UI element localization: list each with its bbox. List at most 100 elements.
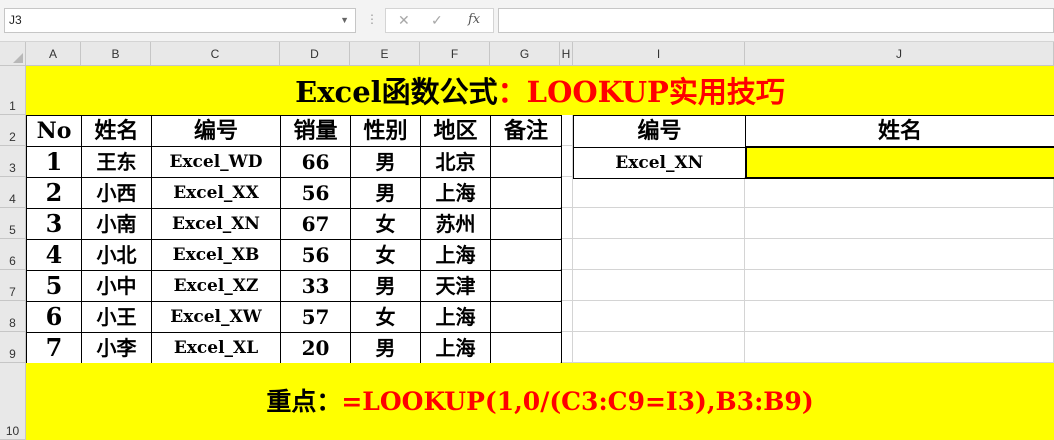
cell-note[interactable] [490,208,562,240]
cell-region[interactable]: 上海 [420,301,491,333]
enter-icon[interactable]: ✓ [431,12,443,29]
column-header-i[interactable]: I [573,42,745,66]
cell-name[interactable]: 小南 [81,208,152,240]
cell-code[interactable]: Excel_WD [151,146,281,178]
cell-j8[interactable] [745,301,1054,332]
cell-j7[interactable] [745,270,1054,301]
cell-sales[interactable]: 57 [280,301,351,333]
cell-code[interactable]: Excel_XZ [151,270,281,302]
lookup-code-input[interactable]: Excel_XN [573,146,746,179]
column-header-g[interactable]: G [490,42,560,66]
drag-handle-icon[interactable]: ⋮ [366,12,378,26]
row-header-2[interactable]: 2 [0,115,26,146]
name-box[interactable]: J3 ▼ [4,8,356,33]
cell-no[interactable]: 6 [26,301,82,333]
row-header-5[interactable]: 5 [0,208,26,239]
cell-note[interactable] [490,239,562,271]
cell-gender[interactable]: 男 [350,177,421,209]
cell-note[interactable] [490,301,562,333]
cell-gender[interactable]: 男 [350,146,421,178]
header-gender[interactable]: 性别 [350,115,421,147]
cell-region[interactable]: 上海 [420,177,491,209]
cell-gender[interactable]: 女 [350,301,421,333]
header-code[interactable]: 编号 [151,115,281,147]
cell-i6[interactable] [573,239,745,270]
cell-j4[interactable] [745,177,1054,208]
lookup-header-code[interactable]: 编号 [573,115,746,148]
cell-gender[interactable]: 女 [350,208,421,240]
cell-j9[interactable] [745,332,1054,363]
cell-sales[interactable]: 20 [280,332,351,364]
column-header-h[interactable]: H [560,42,573,66]
row-header-1[interactable]: 1 [0,66,26,115]
cell-no[interactable]: 1 [26,146,82,178]
cell-i8[interactable] [573,301,745,332]
cell-code[interactable]: Excel_XN [151,208,281,240]
column-header-a[interactable]: A [26,42,81,66]
cell-name[interactable]: 小王 [81,301,152,333]
cell-no[interactable]: 3 [26,208,82,240]
cell-i9[interactable] [573,332,745,363]
formula-input[interactable] [498,8,1054,33]
column-header-c[interactable]: C [151,42,280,66]
cell-code[interactable]: Excel_XB [151,239,281,271]
cell-no[interactable]: 7 [26,332,82,364]
cell-sales[interactable]: 67 [280,208,351,240]
title-banner[interactable]: Excel函数公式：LOOKUP实用技巧 [26,66,1054,115]
cell-name[interactable]: 小北 [81,239,152,271]
column-header-f[interactable]: F [420,42,490,66]
column-header-b[interactable]: B [81,42,151,66]
cell-gender[interactable]: 男 [350,270,421,302]
header-sales[interactable]: 销量 [280,115,351,147]
cell-region[interactable]: 天津 [420,270,491,302]
column-header-j[interactable]: J [745,42,1054,66]
cancel-icon[interactable]: ✕ [398,12,410,29]
column-header-d[interactable]: D [280,42,350,66]
cell-sales[interactable]: 56 [280,177,351,209]
lookup-result-cell[interactable] [744,146,1054,179]
cell-sales[interactable]: 33 [280,270,351,302]
select-all-corner[interactable] [0,42,26,66]
row-header-6[interactable]: 6 [0,239,26,270]
cell-gender[interactable]: 男 [350,332,421,364]
cell-region[interactable]: 上海 [420,332,491,364]
cell-name[interactable]: 王东 [81,146,152,178]
cell-code[interactable]: Excel_XX [151,177,281,209]
cell-region[interactable]: 苏州 [420,208,491,240]
row-header-9[interactable]: 9 [0,332,26,363]
cell-j5[interactable] [745,208,1054,239]
cell-no[interactable]: 5 [26,270,82,302]
row-header-10[interactable]: 10 [0,363,26,440]
lookup-header-name[interactable]: 姓名 [745,115,1054,148]
cell-code[interactable]: Excel_XW [151,301,281,333]
formula-banner[interactable]: 重点：=LOOKUP(1,0/(C3:C9=I3),B3:B9) [26,363,1054,440]
header-no[interactable]: No [26,115,82,147]
cell-i7[interactable] [573,270,745,301]
cell-note[interactable] [490,332,562,364]
cell-note[interactable] [490,270,562,302]
header-region[interactable]: 地区 [420,115,491,147]
cell-name[interactable]: 小李 [81,332,152,364]
cell-note[interactable] [490,146,562,178]
cell-name[interactable]: 小中 [81,270,152,302]
cell-i5[interactable] [573,208,745,239]
cell-region[interactable]: 北京 [420,146,491,178]
cell-note[interactable] [490,177,562,209]
cell-i4[interactable] [573,177,745,208]
row-header-3[interactable]: 3 [0,146,26,177]
row-header-4[interactable]: 4 [0,177,26,208]
cell-name[interactable]: 小西 [81,177,152,209]
cell-j6[interactable] [745,239,1054,270]
cell-region[interactable]: 上海 [420,239,491,271]
row-header-7[interactable]: 7 [0,270,26,301]
chevron-down-icon[interactable]: ▼ [340,9,349,32]
insert-function-icon[interactable]: fx [468,12,480,27]
header-name[interactable]: 姓名 [81,115,152,147]
cell-sales[interactable]: 56 [280,239,351,271]
row-header-8[interactable]: 8 [0,301,26,332]
cell-code[interactable]: Excel_XL [151,332,281,364]
cell-gender[interactable]: 女 [350,239,421,271]
header-note[interactable]: 备注 [490,115,562,147]
column-header-e[interactable]: E [350,42,420,66]
cell-sales[interactable]: 66 [280,146,351,178]
